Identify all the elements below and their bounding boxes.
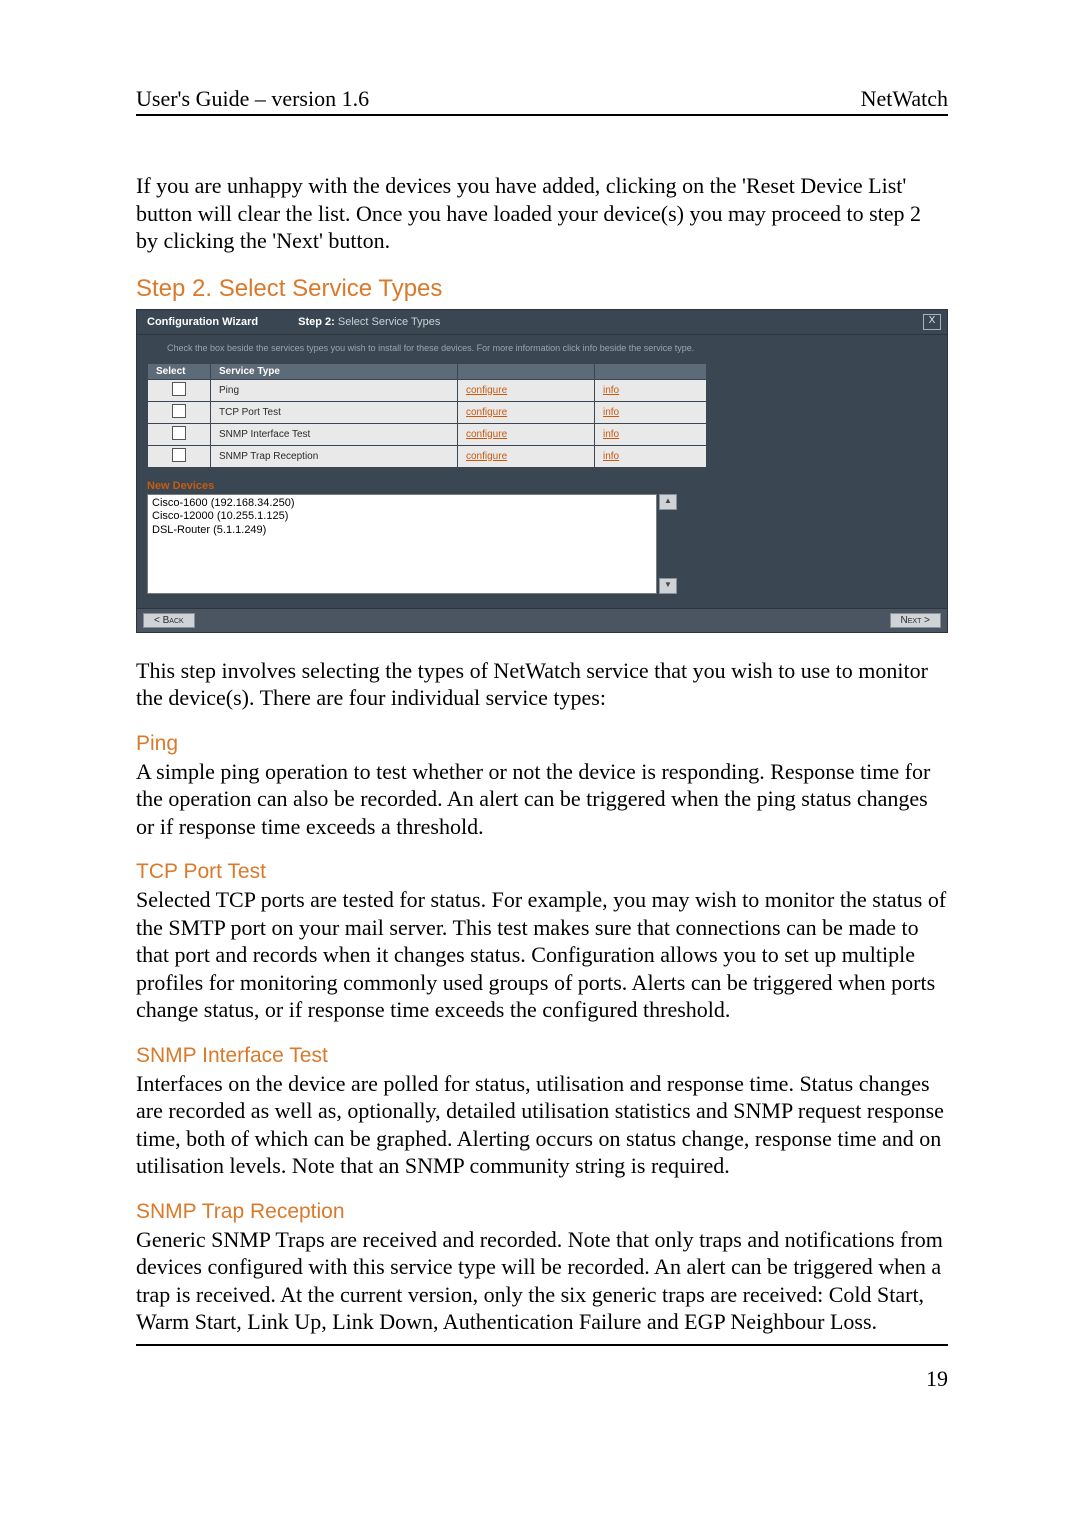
device-list-row: Cisco-1600 (192.168.34.250) Cisco-12000 … <box>137 494 947 608</box>
page-footer: 19 <box>136 1344 948 1392</box>
table-row: Ping configure info <box>148 379 707 401</box>
checkbox[interactable] <box>172 404 186 418</box>
configure-link[interactable]: configure <box>466 429 507 440</box>
header-left: User's Guide – version 1.6 <box>136 86 369 112</box>
ping-body: A simple ping operation to test whether … <box>136 758 948 841</box>
configure-link[interactable]: configure <box>466 407 507 418</box>
service-type-table: Select Service Type Ping configure info … <box>147 363 707 468</box>
wizard-footer: < Back Next > <box>137 608 947 632</box>
snmp-trap-body: Generic SNMP Traps are received and reco… <box>136 1226 948 1336</box>
checkbox[interactable] <box>172 448 186 462</box>
table-row: SNMP Interface Test configure info <box>148 423 707 445</box>
wizard-step-label: Step 2: Select Service Types <box>298 316 440 328</box>
wizard-instruction: Check the box beside the services types … <box>137 335 947 363</box>
col-service-type: Service Type <box>211 363 458 379</box>
new-devices-label: New Devices <box>137 468 947 494</box>
col-blank-1 <box>458 363 595 379</box>
list-item[interactable]: DSL-Router (5.1.1.249) <box>152 524 652 538</box>
table-header-row: Select Service Type <box>148 363 707 379</box>
table-row: TCP Port Test configure info <box>148 401 707 423</box>
wizard-title: Configuration Wizard <box>147 316 258 328</box>
close-icon[interactable]: X <box>923 314 941 330</box>
info-link[interactable]: info <box>603 385 619 396</box>
snmp-if-body: Interfaces on the device are polled for … <box>136 1070 948 1180</box>
snmp-trap-heading: SNMP Trap Reception <box>136 1200 948 1224</box>
wizard-step-bold: Step 2: <box>298 316 335 328</box>
table-row: SNMP Trap Reception configure info <box>148 445 707 467</box>
service-name: SNMP Trap Reception <box>211 445 458 467</box>
wizard-step-rest: Select Service Types <box>335 316 441 328</box>
device-list-scrollbar: ▲ ▼ <box>659 494 677 594</box>
next-button[interactable]: Next > <box>890 613 941 628</box>
configure-link[interactable]: configure <box>466 385 507 396</box>
wizard-titlebar: Configuration Wizard Step 2: Select Serv… <box>137 310 947 335</box>
after-wizard-paragraph: This step involves selecting the types o… <box>136 657 948 712</box>
header-right: NetWatch <box>861 86 948 112</box>
page-number: 19 <box>926 1366 948 1391</box>
page-header: User's Guide – version 1.6 NetWatch <box>136 86 948 116</box>
snmp-if-heading: SNMP Interface Test <box>136 1044 948 1068</box>
service-name: Ping <box>211 379 458 401</box>
service-name: SNMP Interface Test <box>211 423 458 445</box>
back-button[interactable]: < Back <box>143 613 195 628</box>
configuration-wizard: Configuration Wizard Step 2: Select Serv… <box>136 309 948 633</box>
col-select: Select <box>148 363 211 379</box>
ping-heading: Ping <box>136 732 948 756</box>
scroll-up-icon[interactable]: ▲ <box>659 494 677 510</box>
list-item[interactable]: Cisco-12000 (10.255.1.125) <box>152 510 652 524</box>
configure-link[interactable]: configure <box>466 451 507 462</box>
info-link[interactable]: info <box>603 451 619 462</box>
checkbox[interactable] <box>172 426 186 440</box>
scroll-down-icon[interactable]: ▼ <box>659 578 677 594</box>
service-name: TCP Port Test <box>211 401 458 423</box>
tcp-body: Selected TCP ports are tested for status… <box>136 886 948 1024</box>
step2-heading: Step 2. Select Service Types <box>136 275 948 303</box>
intro-paragraph: If you are unhappy with the devices you … <box>136 172 948 255</box>
col-blank-2 <box>595 363 707 379</box>
list-item[interactable]: Cisco-1600 (192.168.34.250) <box>152 497 652 511</box>
info-link[interactable]: info <box>603 429 619 440</box>
device-list[interactable]: Cisco-1600 (192.168.34.250) Cisco-12000 … <box>147 494 657 594</box>
tcp-heading: TCP Port Test <box>136 860 948 884</box>
info-link[interactable]: info <box>603 407 619 418</box>
checkbox[interactable] <box>172 382 186 396</box>
